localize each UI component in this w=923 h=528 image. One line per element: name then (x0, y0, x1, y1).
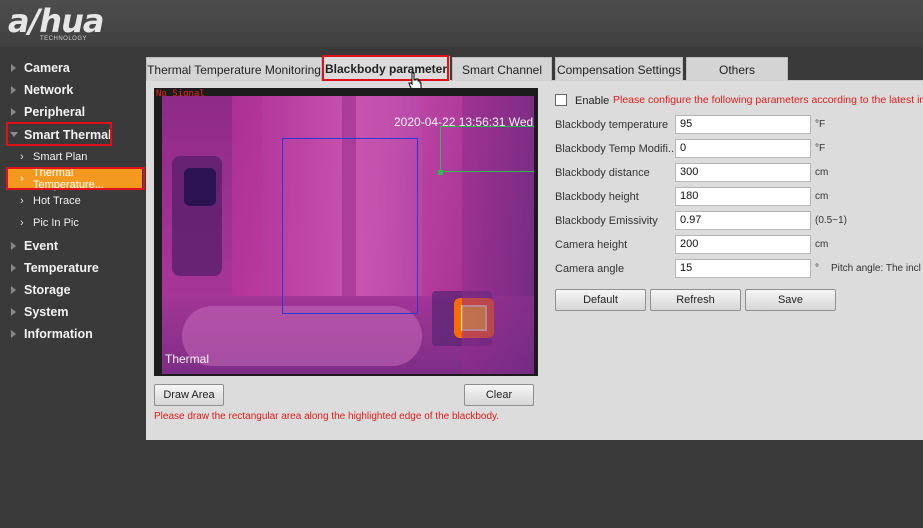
sidebar-subitem-label: Pic In Pic (33, 217, 79, 230)
video-timestamp: 2020-04-22 13:56:31 Wed (394, 115, 534, 129)
field-blackbody-temp-modifier: Blackbody Temp Modifi... 0 °F (555, 139, 923, 159)
field-label: Blackbody Emissivity (555, 215, 658, 227)
tab-thermal-temperature-monitoring[interactable]: Thermal Temperature Monitoring (146, 57, 322, 81)
sidebar-item-camera[interactable]: Camera (0, 57, 145, 79)
field-label: Camera angle (555, 263, 625, 275)
expand-arrow-icon (11, 263, 16, 272)
chevron-right-icon: › (20, 150, 24, 163)
field-unit: cm (815, 167, 829, 178)
sidebar-item-label: System (24, 305, 69, 320)
camera-angle-input[interactable]: 15 (675, 259, 811, 278)
sidebar-item-label: Temperature (24, 260, 99, 275)
sidebar-item-event[interactable]: Event (0, 235, 145, 257)
tab-label: Thermal Temperature Monitoring (147, 62, 321, 77)
clear-button[interactable]: Clear (464, 384, 534, 406)
field-unit: cm (815, 191, 829, 202)
tab-compensation-settings[interactable]: Compensation Settings (555, 57, 683, 81)
blackbody-distance-input[interactable]: 300 (675, 163, 811, 182)
sidebar-item-label: Event (24, 238, 59, 253)
collapse-arrow-icon (10, 131, 18, 137)
field-unit: °F (815, 143, 826, 154)
enable-warning-text: Please configure the following parameter… (613, 94, 923, 106)
draw-hint-text: Please draw the rectangular area along t… (154, 411, 500, 422)
sidebar-subitem-label: Hot Trace (33, 195, 81, 208)
expand-arrow-icon (11, 330, 16, 339)
blackbody-height-input[interactable]: 180 (675, 187, 811, 206)
field-label: Blackbody height (555, 191, 639, 203)
field-label: Blackbody temperature (555, 119, 669, 131)
channel-label: Thermal (165, 352, 210, 366)
tab-label: Compensation Settings (556, 62, 682, 77)
sidebar-subitem-smart-plan[interactable]: › Smart Plan (0, 146, 145, 168)
video-preview[interactable]: No Signal 2020-04-22 13:56:31 Wed Therma… (154, 88, 538, 376)
sidebar-subitem-label: Thermal Temperature... (33, 167, 104, 192)
chevron-right-icon: › (20, 195, 24, 208)
sidebar-item-label: Peripheral (24, 105, 86, 120)
chevron-right-icon: › (20, 172, 24, 185)
tab-label: Blackbody parameter (324, 62, 448, 76)
pitch-angle-note: Pitch angle: The incl (831, 263, 921, 274)
sidebar-subitem-thermal-temperature[interactable]: › Thermal Temperature... (8, 167, 142, 192)
sidebar-item-smart-thermal[interactable]: Smart Thermal (0, 124, 145, 146)
roi-rectangle[interactable] (282, 138, 418, 314)
field-unit: (0.5~1) (815, 215, 847, 226)
expand-arrow-icon (11, 285, 16, 294)
sidebar-item-label: Storage (24, 282, 71, 297)
field-unit: ° (815, 263, 819, 274)
tab-label: Others (718, 62, 755, 77)
sidebar-item-label: Network (24, 83, 74, 98)
blackbody-emissivity-input[interactable]: 0.97 (675, 211, 811, 230)
field-camera-height: Camera height 200 cm (555, 235, 923, 255)
field-unit: cm (815, 239, 829, 250)
sidebar-subitem-hot-trace[interactable]: › Hot Trace (0, 190, 145, 212)
field-blackbody-emissivity: Blackbody Emissivity 0.97 (0.5~1) (555, 211, 923, 231)
enable-checkbox[interactable] (555, 94, 567, 106)
blackbody-edge-box[interactable] (440, 126, 534, 172)
refresh-button[interactable]: Refresh (650, 289, 741, 311)
top-header: a/hua TECHNOLOGY (0, 0, 923, 47)
sidebar-nav: Camera Network Peripheral Smart Thermal … (0, 57, 145, 345)
expand-arrow-icon (11, 241, 16, 250)
sidebar-item-label: Smart Thermal (24, 127, 112, 142)
sidebar-item-network[interactable]: Network (0, 79, 145, 101)
chevron-right-icon: › (20, 217, 24, 230)
logo-tagline: TECHNOLOGY (40, 36, 88, 42)
expand-arrow-icon (11, 108, 16, 117)
sidebar-item-temperature[interactable]: Temperature (0, 257, 145, 279)
sidebar-item-information[interactable]: Information (0, 323, 145, 345)
field-label: Camera height (555, 239, 628, 251)
save-button[interactable]: Save (745, 289, 836, 311)
sidebar-item-label: Information (24, 327, 93, 342)
expand-arrow-icon (11, 86, 16, 95)
blackbody-temperature-input[interactable]: 95 (675, 115, 811, 134)
field-label: Blackbody Temp Modifi... (555, 143, 678, 155)
sidebar-item-label: Camera (24, 61, 70, 76)
sidebar-item-peripheral[interactable]: Peripheral (0, 101, 145, 123)
field-blackbody-height: Blackbody height 180 cm (555, 187, 923, 207)
expand-arrow-icon (11, 64, 16, 72)
default-button[interactable]: Default (555, 289, 646, 311)
sidebar-subitem-pic-in-pic[interactable]: › Pic In Pic (0, 212, 145, 234)
logo-wordmark: a/hua (8, 2, 104, 40)
thermal-image: 2020-04-22 13:56:31 Wed Thermal (162, 96, 534, 374)
tab-blackbody-parameter[interactable]: Blackbody parameter (322, 56, 450, 81)
tab-smart-channel[interactable]: Smart Channel (452, 57, 552, 81)
field-camera-angle: Camera angle 15 ° Pitch angle: The incl (555, 259, 923, 279)
tab-others[interactable]: Others (686, 57, 788, 81)
tab-label: Smart Channel (461, 62, 543, 77)
sidebar-subitem-label: Smart Plan (33, 150, 88, 163)
sidebar-item-system[interactable]: System (0, 301, 145, 323)
field-blackbody-temperature: Blackbody temperature 95 °F (555, 115, 923, 135)
field-unit: °F (815, 119, 826, 130)
draw-area-button[interactable]: Draw Area (154, 384, 224, 406)
blackbody-temp-modifier-input[interactable]: 0 (675, 139, 811, 158)
sidebar-item-storage[interactable]: Storage (0, 279, 145, 301)
camera-height-input[interactable]: 200 (675, 235, 811, 254)
enable-label: Enable (575, 95, 610, 107)
field-blackbody-distance: Blackbody distance 300 cm (555, 163, 923, 183)
expand-arrow-icon (11, 308, 16, 317)
dahua-logo: a/hua TECHNOLOGY (8, 2, 104, 42)
field-label: Blackbody distance (555, 167, 650, 179)
